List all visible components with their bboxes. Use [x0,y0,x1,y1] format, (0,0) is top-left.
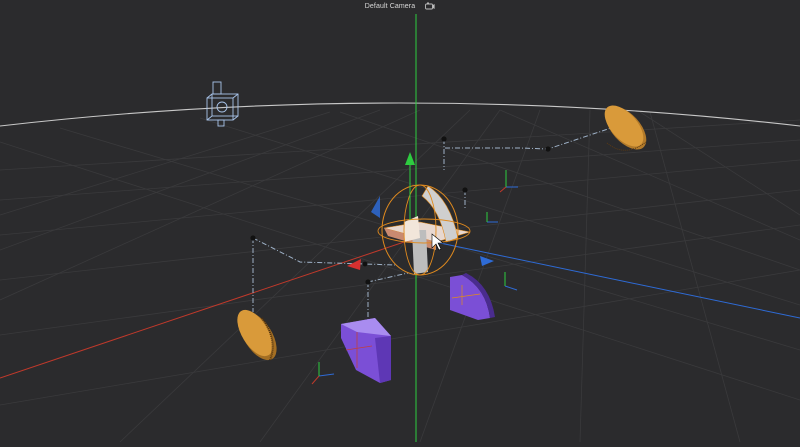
gold-disc-top-right[interactable] [598,99,654,157]
purple-block-front[interactable] [341,318,391,383]
purple-wedge-right[interactable] [450,273,495,320]
horizon-line [0,102,800,127]
camera-name-label[interactable]: Default Camera [365,3,415,10]
viewport-header: Default Camera [0,0,800,12]
camera-options-icon[interactable] [425,1,435,11]
viewport-scene[interactable] [0,0,800,443]
gizmo-y-handle[interactable] [405,152,415,165]
selected-center-object[interactable] [383,185,471,274]
3d-viewport[interactable]: Default Camera [0,0,800,443]
gold-disc-bottom-left[interactable] [230,304,284,366]
local-axis-markers [311,170,518,385]
floor-grid [0,109,800,443]
link-nodes[interactable] [250,136,551,285]
camera-gizmo-icon[interactable] [206,81,239,127]
